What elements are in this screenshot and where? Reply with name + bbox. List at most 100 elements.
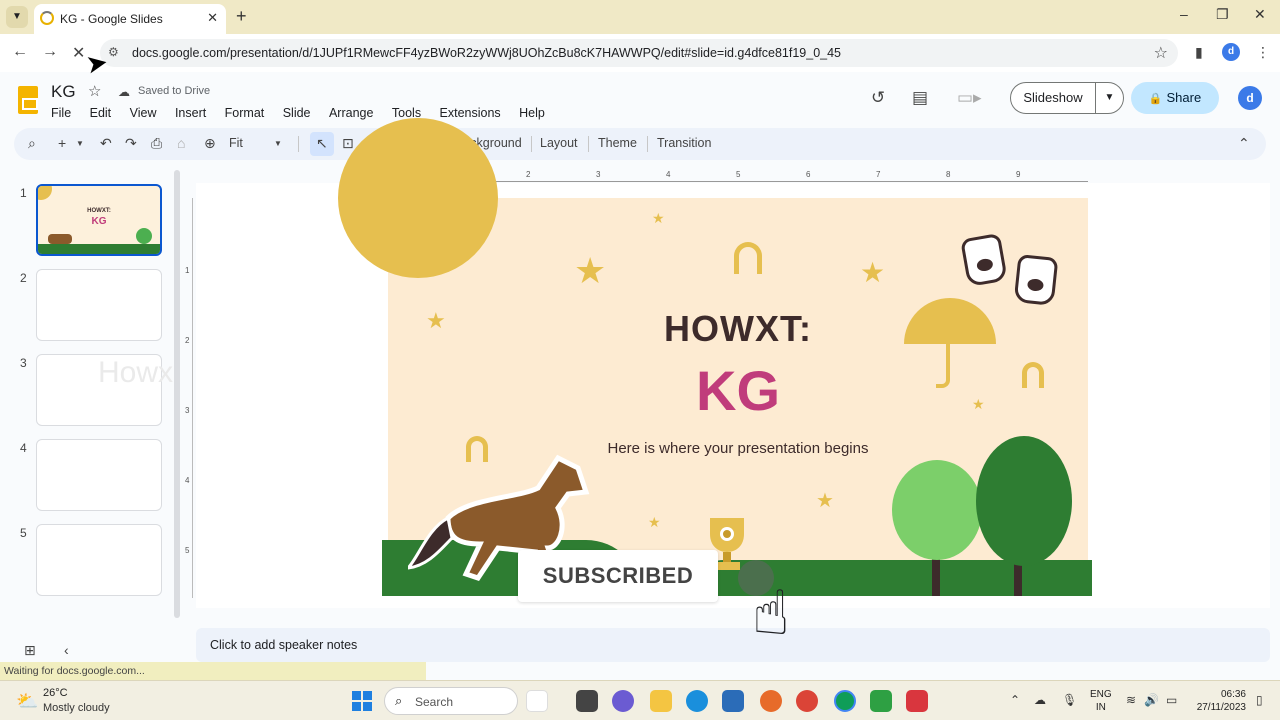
star-icon[interactable]: ★ [816,488,834,513]
comments-icon[interactable]: ▤ [912,88,928,108]
toolbar-divider [531,136,532,152]
menu-extensions[interactable]: Extensions [440,106,501,120]
new-tab-icon[interactable]: + [236,6,247,27]
slideshow-dropdown-icon[interactable]: ▼ [1095,83,1123,113]
tree-light-icon[interactable] [892,460,982,560]
slide-thumbnail-4[interactable] [36,439,162,511]
star-icon[interactable]: ★ [574,250,606,292]
menu-file[interactable]: File [51,106,71,120]
taskbar-chat-icon[interactable] [612,690,634,712]
browser-tab[interactable]: KG - Google Slides ✕ [34,4,226,34]
back-icon[interactable]: ← [12,43,28,61]
taskbar-store-icon[interactable] [722,690,744,712]
theme-button[interactable]: Theme [598,136,637,150]
tree-dark-icon[interactable] [976,436,1072,566]
menu-insert[interactable]: Insert [175,106,206,120]
system-clock[interactable]: 06:36 27/11/2023 [1192,688,1246,714]
taskbar-chrome-icon[interactable] [796,690,818,712]
slides-logo-icon[interactable] [18,86,38,114]
undo-icon[interactable]: ↶ [100,135,112,152]
select-tool-icon[interactable]: ↖ [316,135,328,152]
slide-heading-kg[interactable]: KG [388,358,1088,423]
sun-shape[interactable] [338,118,498,278]
star-icon[interactable]: ★ [652,210,665,227]
menu-slide[interactable]: Slide [283,106,311,120]
browser-menu-icon[interactable]: ⋮ [1256,44,1270,61]
site-info-icon[interactable]: ⚙ [108,45,124,61]
meet-camera-icon[interactable]: ▭▸ [957,88,982,108]
taskbar-chrome-active-icon[interactable] [834,690,856,712]
menu-help[interactable]: Help [519,106,545,120]
glove-icon[interactable] [1013,254,1059,306]
battery-icon[interactable]: ▭ [1166,693,1177,707]
speaker-notes[interactable]: Click to add speaker notes [196,628,1270,662]
star-icon[interactable]: ★ [860,256,885,289]
menu-view[interactable]: View [130,106,157,120]
slide-thumbnail-1[interactable]: HOWXT: KG [36,184,162,256]
ruler-number: 3 [185,406,190,415]
windows-start-icon[interactable] [352,691,372,711]
zoom-select[interactable]: Fit [229,136,243,150]
search-menus-icon[interactable]: ⌕ [28,135,36,152]
zoom-dropdown-icon[interactable]: ▼ [274,139,282,148]
redo-icon[interactable]: ↷ [125,135,137,152]
minimize-icon[interactable]: – [1180,6,1188,22]
star-icon[interactable]: ★ [648,514,661,531]
horseshoe-shape[interactable] [734,242,762,274]
search-icon: ⌕ [395,693,403,708]
menu-edit[interactable]: Edit [90,106,112,120]
new-slide-icon[interactable]: + [58,135,66,151]
slide-1[interactable]: ★ ★ ★ ★ ★ ★ ★ HOWXT: KG Here is where yo… [338,118,1092,596]
print-icon[interactable]: ⎙ [151,135,162,152]
grid-view-icon[interactable]: ⊞ [24,642,36,659]
window-close-icon[interactable]: ✕ [1254,6,1266,23]
menu-arrange[interactable]: Arrange [329,106,373,120]
layout-button[interactable]: Layout [540,136,578,150]
glove-icon[interactable] [960,232,1008,288]
taskbar-firefox-icon[interactable] [760,690,782,712]
bookmark-star-icon[interactable]: ☆ [1154,43,1168,63]
slide-title[interactable]: HOWXT: [388,308,1088,350]
slideshow-button[interactable]: Slideshow [1011,83,1095,113]
maximize-icon[interactable]: ❐ [1216,6,1229,23]
weather-cloud-icon[interactable]: ⛅ [16,691,38,712]
menu-format[interactable]: Format [225,106,265,120]
taskbar-edge-icon[interactable] [686,690,708,712]
language-indicator[interactable]: ENG IN [1090,688,1112,714]
taskbar-file-explorer-icon[interactable] [650,690,672,712]
extension-profile-icon[interactable]: d [1222,43,1240,61]
wifi-icon[interactable]: ≋ [1126,693,1136,707]
slide-thumbnail-5[interactable] [36,524,162,596]
taskbar-widget-icon[interactable] [526,690,548,712]
tab-search-chevron-icon[interactable]: ▼ [6,6,28,28]
document-title[interactable]: KG [51,82,76,102]
slide-number: 3 [20,356,27,370]
version-history-icon[interactable]: ↺ [871,88,885,108]
taskbar-task-view-icon[interactable] [576,690,598,712]
address-bar[interactable]: ⚙ docs.google.com/presentation/d/1JUPf1R… [100,39,1178,67]
account-avatar[interactable]: d [1238,86,1262,110]
tab-close-icon[interactable]: ✕ [207,10,218,26]
slideshow-group: Slideshow ▼ [1010,82,1124,114]
tray-cloud-icon[interactable]: ☁ [1034,693,1046,707]
paint-format-icon[interactable]: ⌂ [177,135,185,151]
taskbar-app-green-icon[interactable] [870,690,892,712]
new-slide-dropdown-icon[interactable]: ▼ [76,139,84,148]
volume-icon[interactable]: 🔊 [1144,693,1159,707]
tray-mic-icon[interactable]: 🎙 [1062,693,1077,707]
taskbar-app-red-icon[interactable] [906,690,928,712]
star-icon[interactable]: ☆ [88,82,101,100]
zoom-icon[interactable]: ⊕ [204,135,216,152]
notification-icon[interactable]: ▯ [1256,693,1263,707]
slide-number: 2 [20,271,27,285]
forward-icon[interactable]: → [42,43,58,61]
transition-button[interactable]: Transition [657,136,711,150]
slide-thumbnail-2[interactable] [36,269,162,341]
collapse-filmstrip-icon[interactable]: ‹ [64,642,69,658]
tray-chevron-icon[interactable]: ⌃ [1010,693,1020,707]
collapse-toolbar-icon[interactable]: ⌃ [1238,135,1250,152]
taskbar-search[interactable]: ⌕ Search [384,687,518,715]
text-box-icon[interactable]: ⊡ [342,135,354,152]
side-panel-icon[interactable]: ▮ [1195,44,1203,61]
share-button[interactable]: 🔒 Share [1131,82,1219,114]
